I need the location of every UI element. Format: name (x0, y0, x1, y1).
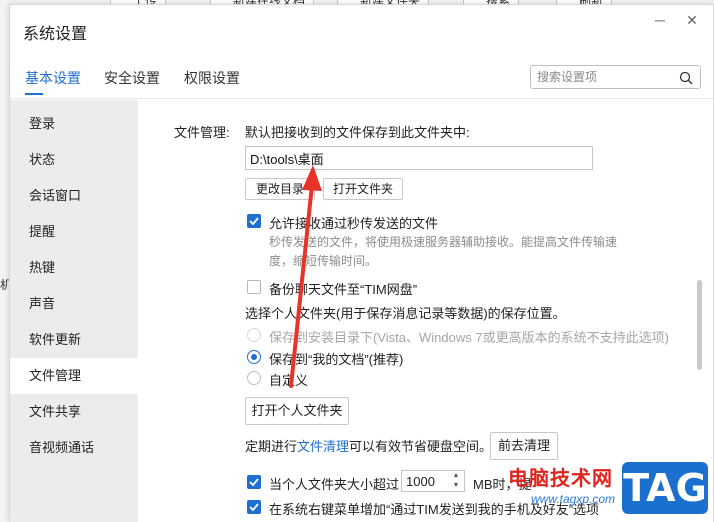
sidebar-item-file-management[interactable]: 文件管理 (10, 358, 138, 394)
cleanup-text: 定期进行文件清理可以有效节省硬盘空间。 (245, 436, 492, 455)
sidebar-item-status[interactable]: 状态 (10, 142, 138, 178)
settings-search-box[interactable] (530, 65, 701, 89)
size-limit-label[interactable]: 当个人文件夹大小超过 (269, 474, 399, 493)
allow-flash-transfer-label[interactable]: 允许接收通过秒传发送的文件 (269, 213, 438, 232)
check-icon (249, 503, 259, 512)
dialog-title: 系统设置 (23, 26, 88, 43)
tab-bar: 基本设置 安全设置 权限设置 (10, 63, 713, 99)
size-limit-stepper[interactable]: ▲ ▼ (401, 470, 465, 492)
sidebar-item-software-update[interactable]: 软件更新 (10, 322, 138, 358)
allow-flash-desc-line1: 秒传发送的文件，将使用极速服务器辅助接收。能提高文件传输速 (269, 235, 618, 249)
content-scrollbar[interactable] (697, 280, 702, 370)
sidebar-item-login[interactable]: 登录 (10, 106, 138, 142)
sidebar-item-reminders[interactable]: 提醒 (10, 214, 138, 250)
sidebar-item-av-call[interactable]: 音视频通话 (10, 430, 138, 466)
tab-permission-settings[interactable]: 权限设置 (184, 68, 240, 88)
check-icon (249, 478, 259, 487)
search-icon[interactable] (679, 71, 693, 85)
sidebar-item-chat-window[interactable]: 会话窗口 (10, 178, 138, 214)
default-save-text: 默认把接收到的文件保存到此文件夹中: (245, 125, 470, 140)
size-limit-input[interactable] (402, 471, 446, 491)
change-directory-button[interactable]: 更改目录 (245, 178, 315, 200)
watermark: 电脑技术网 www.tagxp.com TAG (506, 458, 714, 522)
stepper-down-icon[interactable]: ▼ (450, 481, 462, 491)
save-path-field[interactable] (245, 146, 593, 170)
sidebar-item-sound[interactable]: 声音 (10, 286, 138, 322)
context-menu-checkbox[interactable] (247, 500, 261, 514)
radio-install-dir[interactable] (247, 328, 261, 342)
watermark-tag-logo: TAG (622, 462, 708, 514)
watermark-url: www.tagxp.com (531, 492, 616, 506)
personal-folder-text: 选择个人文件夹(用于保存消息记录等数据)的保存位置。 (245, 306, 566, 321)
tab-security-settings[interactable]: 安全设置 (104, 68, 160, 88)
tab-basic-settings[interactable]: 基本设置 (25, 68, 81, 88)
backup-to-tim-drive-checkbox[interactable] (247, 280, 261, 294)
section-label-file-management: 文件管理: (174, 125, 230, 140)
sidebar-item-hotkeys[interactable]: 热键 (10, 250, 138, 286)
settings-dialog: 系统设置 ─ ✕ 基本设置 安全设置 权限设置 登录 状态 会话窗口 提醒 热键… (9, 4, 714, 522)
file-cleanup-link[interactable]: 文件清理 (297, 439, 349, 454)
radio-my-documents-label[interactable]: 保存到“我的文档”(推荐) (269, 349, 403, 368)
check-icon (249, 217, 259, 226)
cleanup-suffix: 可以有效节省硬盘空间。 (349, 439, 493, 454)
settings-sidebar: 登录 状态 会话窗口 提醒 热键 声音 软件更新 文件管理 文件共享 音视频通话 (10, 100, 138, 522)
sidebar-item-file-sharing[interactable]: 文件共享 (10, 394, 138, 430)
go-cleanup-button[interactable]: 前去清理 (490, 432, 558, 460)
radio-custom[interactable] (247, 371, 261, 385)
open-folder-button[interactable]: 打开文件夹 (323, 178, 403, 200)
backup-to-tim-drive-label[interactable]: 备份聊天文件至“TIM网盘” (269, 279, 417, 298)
allow-flash-desc-line2: 度，缩短传输时间。 (269, 254, 378, 268)
stepper-arrows: ▲ ▼ (450, 471, 462, 491)
watermark-title: 电脑技术网 (508, 468, 613, 490)
allow-flash-transfer-checkbox[interactable] (247, 214, 261, 228)
radio-install-dir-label[interactable]: 保存到安装目录下(Vista、Windows 7或更高版本的系统不支持此选项) (269, 327, 669, 346)
radio-custom-label[interactable]: 自定义 (269, 370, 308, 389)
background-left-edge (0, 14, 9, 522)
cleanup-prefix: 定期进行 (245, 439, 298, 454)
active-tab-indicator (25, 93, 43, 95)
size-limit-checkbox[interactable] (247, 475, 261, 489)
open-personal-folder-button[interactable]: 打开个人文件夹 (245, 397, 349, 425)
close-button[interactable]: ✕ (683, 11, 701, 29)
radio-my-documents[interactable] (247, 350, 261, 364)
minimize-button[interactable]: ─ (651, 11, 669, 29)
stepper-up-icon[interactable]: ▲ (450, 471, 462, 481)
settings-search-input[interactable] (537, 66, 677, 88)
